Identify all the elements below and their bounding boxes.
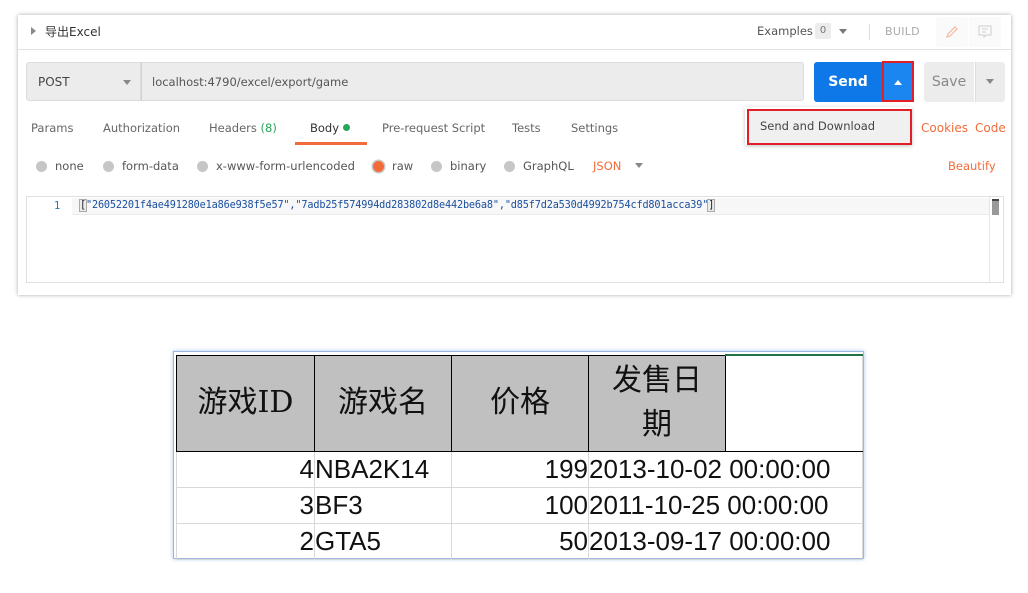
save-button[interactable]: Save — [924, 62, 974, 102]
cell-price[interactable]: 199 — [451, 450, 589, 488]
request-name[interactable]: 导出Excel — [45, 23, 101, 40]
pencil-icon — [946, 26, 958, 38]
cell-price[interactable]: 50 — [451, 522, 589, 560]
tab-authorization[interactable]: Authorization — [103, 121, 180, 135]
chevron-down-icon — [986, 79, 994, 84]
code-content: "26052201f4ae491280e1a86e938f5e57","7adb… — [85, 200, 709, 211]
cell-date[interactable]: 2013-09-17 00:00:00 — [588, 522, 863, 560]
header-divider — [869, 24, 870, 40]
spreadsheet-table: 游戏ID 游戏名 价格 发售日期 4 NBA2K14 199 2013-10-0… — [176, 354, 863, 560]
body-type-graphql[interactable]: GraphQL — [504, 159, 574, 173]
body-status-dot — [343, 124, 351, 131]
table-row: 3 BF3 100 2011-10-25 00:00:00 — [176, 486, 863, 524]
radio-label: form-data — [122, 159, 179, 173]
examples-button[interactable]: Examples — [757, 24, 813, 38]
body-type-form-data[interactable]: form-data — [103, 159, 179, 173]
radio-label: x-www-form-urlencoded — [216, 159, 355, 173]
cell-price[interactable]: 100 — [451, 486, 589, 524]
header-cell-price[interactable]: 价格 — [451, 354, 589, 452]
radio-icon — [36, 160, 47, 172]
table-row: 4 NBA2K14 199 2013-10-02 00:00:00 — [176, 450, 863, 488]
radio-label: raw — [392, 159, 414, 173]
cookies-link[interactable]: Cookies — [921, 121, 968, 135]
cell-name[interactable]: NBA2K14 — [314, 450, 452, 488]
excel-spreadsheet: 游戏ID 游戏名 价格 发售日期 4 NBA2K14 199 2013-10-0… — [173, 351, 864, 560]
code-link[interactable]: Code — [975, 121, 1006, 135]
radio-icon — [103, 160, 114, 172]
tab-settings[interactable]: Settings — [571, 121, 618, 135]
header-cell-release-date[interactable]: 发售日期 — [588, 354, 726, 452]
tab-pre-request-script[interactable]: Pre-request Script — [382, 121, 485, 135]
save-options-button[interactable] — [975, 62, 1005, 102]
examples-chevron-down-icon[interactable] — [839, 29, 847, 34]
cell-id[interactable]: 3 — [176, 486, 315, 524]
radio-icon — [504, 160, 515, 172]
radio-label: GraphQL — [523, 159, 574, 173]
examples-count-badge: 0 — [815, 23, 831, 39]
url-value: localhost:4790/excel/export/game — [152, 75, 349, 89]
method-value: POST — [38, 75, 70, 89]
cell-name[interactable]: GTA5 — [314, 522, 452, 560]
headers-count: (8) — [260, 121, 277, 135]
editor-scrollbar-thumb[interactable] — [992, 199, 999, 215]
url-input[interactable]: localhost:4790/excel/export/game — [141, 62, 804, 101]
request-panel: 导出Excel Examples 0 BUILD POST localhost:… — [18, 15, 1011, 295]
table-row: 2 GTA5 50 2013-09-17 00:00:00 — [176, 522, 863, 560]
cell-id[interactable]: 2 — [176, 522, 315, 560]
radio-icon — [431, 160, 442, 172]
header-row: 游戏ID 游戏名 价格 发售日期 — [176, 354, 863, 452]
radio-icon — [197, 160, 208, 172]
header-cell-game-name[interactable]: 游戏名 — [314, 354, 452, 452]
tab-body-label: Body — [310, 121, 340, 135]
tab-body[interactable]: Body — [310, 121, 351, 135]
line-number: 1 — [54, 200, 61, 212]
send-options-button[interactable] — [882, 61, 914, 102]
code-line[interactable]: ["26052201f4ae491280e1a86e938f5e57","7ad… — [79, 199, 716, 212]
tab-params[interactable]: Params — [31, 121, 73, 135]
send-button[interactable]: Send — [814, 62, 882, 102]
cell-date[interactable]: 2013-10-02 00:00:00 — [588, 450, 863, 488]
radio-label: binary — [450, 159, 487, 173]
body-type-raw[interactable]: raw — [373, 159, 413, 173]
radio-selected-icon — [373, 160, 384, 172]
active-tab-indicator — [295, 142, 367, 145]
cell-date[interactable]: 2011-10-25 00:00:00 — [588, 486, 863, 524]
empty-cell[interactable] — [725, 354, 863, 452]
expand-caret-icon[interactable] — [31, 27, 36, 35]
build-mode-label[interactable]: BUILD — [885, 25, 920, 38]
tab-tests[interactable]: Tests — [512, 121, 541, 135]
body-type-binary[interactable]: binary — [431, 159, 486, 173]
tab-headers[interactable]: Headers (8) — [209, 121, 277, 135]
chevron-up-icon — [894, 80, 902, 85]
close-bracket: ] — [707, 199, 716, 212]
body-type-none[interactable]: none — [36, 159, 84, 173]
radio-label: none — [55, 159, 84, 173]
cell-id[interactable]: 4 — [176, 450, 315, 488]
chevron-down-icon[interactable] — [635, 163, 643, 168]
send-and-download-menu-item[interactable]: Send and Download — [747, 109, 912, 145]
format-select[interactable]: JSON — [593, 159, 621, 173]
body-editor[interactable]: 1 ["26052201f4ae491280e1a86e938f5e57","7… — [26, 196, 1004, 283]
header-cell-game-id[interactable]: 游戏ID — [176, 354, 315, 452]
chevron-down-icon — [123, 80, 131, 85]
tab-headers-label: Headers — [209, 121, 257, 135]
beautify-link[interactable]: Beautify — [948, 159, 996, 173]
editor-scrollbar-track — [989, 197, 990, 282]
comment-icon — [978, 25, 992, 39]
body-type-urlencoded[interactable]: x-www-form-urlencoded — [197, 159, 355, 173]
send-options-menu: Send and Download — [745, 107, 912, 145]
method-select[interactable]: POST — [26, 62, 141, 101]
request-header: 导出Excel Examples 0 BUILD — [18, 15, 1011, 50]
cell-name[interactable]: BF3 — [314, 486, 452, 524]
comments-button[interactable] — [969, 17, 1001, 47]
edit-button[interactable] — [936, 17, 968, 47]
